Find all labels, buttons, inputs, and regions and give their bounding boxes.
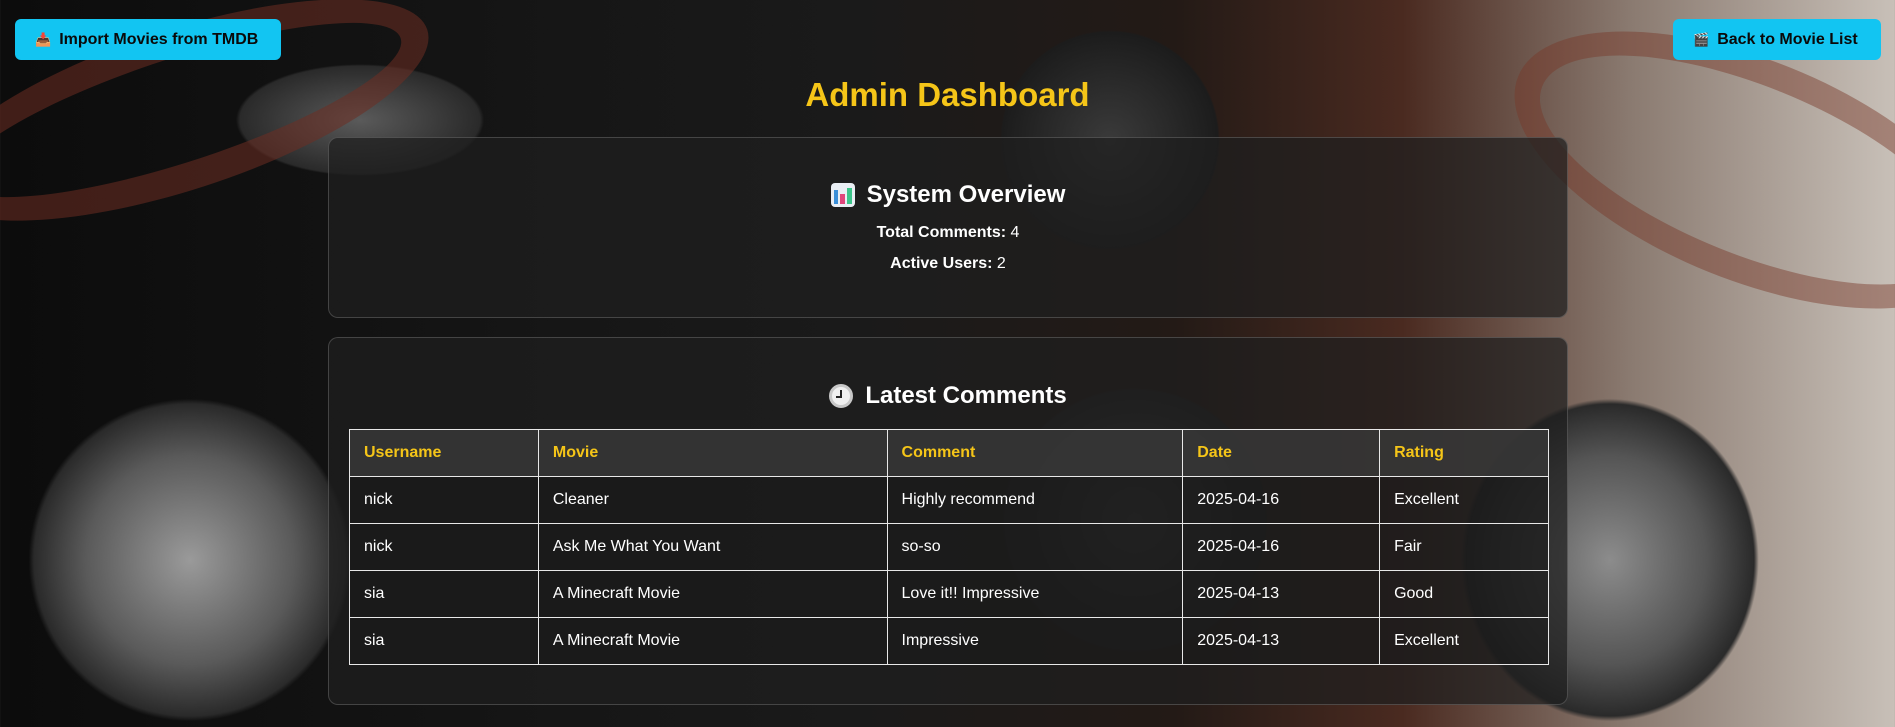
table-header-row: Username Movie Comment Date Rating (349, 429, 1549, 477)
cell-username: sia (349, 617, 539, 665)
cell-movie: Ask Me What You Want (537, 523, 888, 571)
active-users-label: Active Users: (890, 255, 993, 272)
column-header-date: Date (1182, 429, 1381, 477)
latest-comments-title: Latest Comments (865, 382, 1067, 409)
total-comments-stat: Total Comments: 4 (329, 224, 1567, 242)
system-overview-heading: System Overview (329, 181, 1567, 209)
inbox-tray-icon: 📥 (35, 32, 52, 47)
table-row: nick Ask Me What You Want so-so 2025-04-… (349, 523, 1549, 571)
table-row: sia A Minecraft Movie Love it!! Impressi… (349, 570, 1549, 618)
cell-rating: Excellent (1379, 617, 1549, 665)
system-overview-panel: System Overview Total Comments: 4 Active… (328, 137, 1568, 318)
column-header-movie: Movie (537, 429, 888, 477)
cell-movie: Cleaner (537, 476, 888, 524)
latest-comments-panel: Latest Comments Username Movie Comment D… (328, 337, 1568, 705)
cell-movie: A Minecraft Movie (537, 570, 888, 618)
bar-chart-icon (830, 183, 855, 207)
total-comments-value: 4 (1010, 224, 1020, 241)
cell-rating: Good (1379, 570, 1549, 618)
cell-date: 2025-04-16 (1182, 523, 1381, 571)
back-to-movie-list-button[interactable]: 🎬 Back to Movie List (1673, 19, 1881, 60)
import-movies-label: Import Movies from TMDB (59, 30, 259, 48)
clock-icon (829, 384, 854, 408)
cell-movie: A Minecraft Movie (537, 617, 888, 665)
cell-date: 2025-04-13 (1182, 570, 1381, 618)
cell-comment: Love it!! Impressive (886, 570, 1184, 618)
cell-comment: Impressive (886, 617, 1184, 665)
latest-comments-heading: Latest Comments (329, 382, 1567, 410)
total-comments-label: Total Comments: (876, 224, 1007, 241)
column-header-rating: Rating (1379, 429, 1549, 477)
cell-date: 2025-04-16 (1182, 476, 1381, 524)
import-movies-button[interactable]: 📥 Import Movies from TMDB (15, 19, 281, 60)
active-users-stat: Active Users: 2 (329, 255, 1567, 273)
page-title: Admin Dashboard (805, 76, 1090, 113)
comments-table: Username Movie Comment Date Rating nick … (349, 429, 1549, 665)
clapper-board-icon: 🎬 (1693, 32, 1710, 47)
column-header-username: Username (349, 429, 539, 477)
cell-date: 2025-04-13 (1182, 617, 1381, 665)
cell-rating: Fair (1379, 523, 1549, 571)
cell-rating: Excellent (1379, 476, 1549, 524)
cell-comment: Highly recommend (886, 476, 1184, 524)
cell-username: nick (349, 476, 539, 524)
table-row: nick Cleaner Highly recommend 2025-04-16… (349, 476, 1549, 524)
column-header-comment: Comment (886, 429, 1184, 477)
cell-comment: so-so (886, 523, 1184, 571)
table-row: sia A Minecraft Movie Impressive 2025-04… (349, 617, 1549, 665)
cell-username: sia (349, 570, 539, 618)
active-users-value: 2 (996, 255, 1006, 272)
back-to-movie-list-label: Back to Movie List (1717, 30, 1858, 48)
cell-username: nick (349, 523, 539, 571)
system-overview-title: System Overview (866, 181, 1066, 208)
